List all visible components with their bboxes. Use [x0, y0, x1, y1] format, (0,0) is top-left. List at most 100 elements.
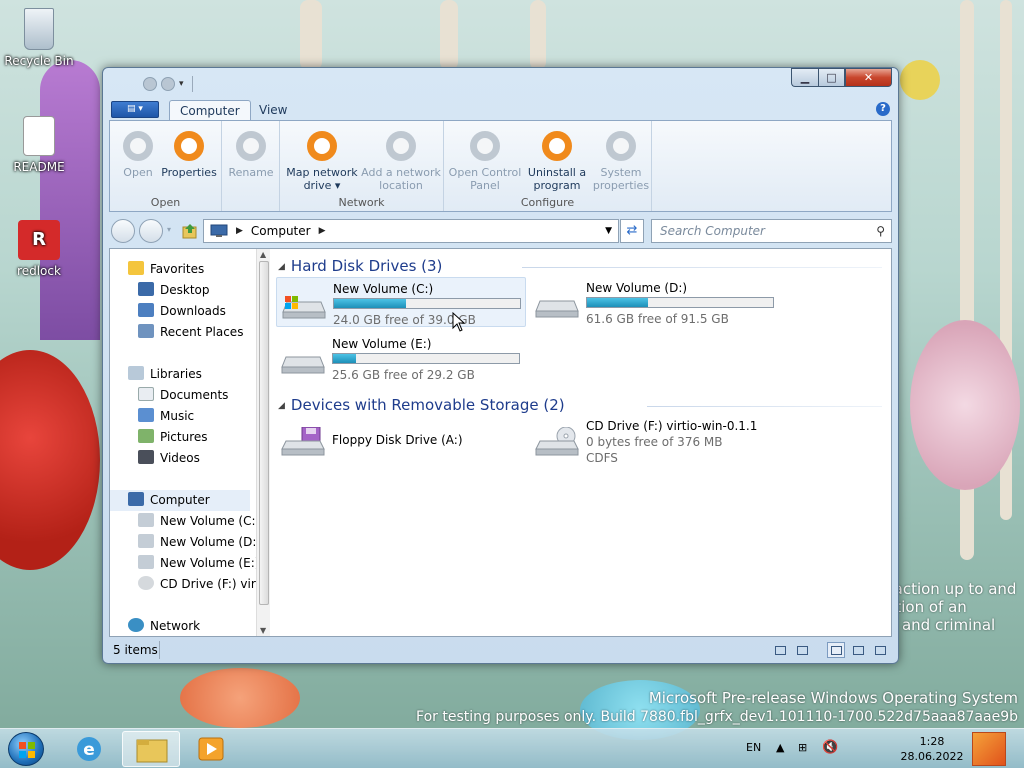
show-desktop-button[interactable]: [972, 732, 1006, 766]
refresh-button[interactable]: ⇄: [620, 219, 644, 243]
address-dropdown-icon[interactable]: ▼: [605, 226, 612, 236]
details-pane-button[interactable]: [871, 642, 889, 658]
address-bar[interactable]: ▶ Computer ▶ ▼: [203, 219, 619, 243]
nav-volume-d[interactable]: New Volume (D:): [138, 532, 256, 553]
clock[interactable]: 1:28 28.06.2022: [900, 734, 964, 768]
nav-libraries[interactable]: Libraries: [128, 364, 202, 385]
hard-drive-icon: [535, 300, 579, 318]
network-tray-icon[interactable]: ⊞: [798, 741, 807, 768]
qat-properties-icon[interactable]: [143, 77, 157, 91]
nav-videos[interactable]: Videos: [138, 448, 200, 469]
nav-documents[interactable]: Documents: [138, 385, 228, 406]
redlock-icon[interactable]: R redlock: [3, 220, 75, 278]
add-network-location-icon: [386, 131, 416, 161]
open-icon: [123, 131, 153, 161]
navigation-row: ▾ ▶ Computer ▶ ▼ ⇄ Search Computer ⚲: [109, 218, 892, 244]
recycle-bin-label: Recycle Bin: [4, 54, 74, 68]
ribbon-tabs: ▤ ▾ Computer View ?: [109, 98, 892, 121]
drive-free-space: 25.6 GB free of 29.2 GB: [332, 368, 475, 382]
system-properties-label: System properties: [592, 166, 650, 192]
scroll-up-icon[interactable]: ▲: [260, 250, 266, 259]
map-network-drive-button[interactable]: Map network drive ▾: [284, 127, 360, 192]
tab-view[interactable]: View: [249, 100, 297, 121]
cd-drive-icon: [138, 576, 154, 590]
collapse-triangle-icon[interactable]: ◢: [278, 262, 285, 272]
forward-button[interactable]: [139, 219, 163, 243]
collapse-triangle-icon[interactable]: ◢: [278, 401, 285, 411]
explorer-panes: Favorites Desktop Downloads Recent Place…: [109, 248, 892, 637]
nav-cd-drive[interactable]: CD Drive (F:) virti: [138, 574, 256, 595]
uninstall-program-button[interactable]: Uninstall a program: [522, 127, 592, 192]
taskbar-internet-explorer[interactable]: e: [60, 731, 118, 767]
search-icon[interactable]: ⚲: [876, 224, 885, 238]
nav-pane-scrollbar[interactable]: ▲ ▼: [256, 249, 270, 636]
language-indicator[interactable]: EN: [746, 741, 761, 768]
nav-favorites[interactable]: Favorites: [128, 259, 204, 280]
close-button[interactable]: ✕: [845, 68, 892, 87]
drive-item-a[interactable]: Floppy Disk Drive (A:): [276, 415, 526, 465]
window-controls: ▁ □ ✕: [791, 68, 892, 87]
clock-time: 1:28: [919, 735, 945, 748]
nav-volume-c[interactable]: New Volume (C:): [138, 511, 256, 532]
properties-button[interactable]: Properties: [160, 127, 218, 179]
details-view-small-button[interactable]: [771, 642, 789, 658]
maximize-button[interactable]: □: [818, 68, 845, 87]
rename-button[interactable]: Rename: [226, 127, 276, 179]
show-hidden-icons[interactable]: ▲: [776, 741, 784, 768]
ribbon-group-rename: Rename: [222, 121, 280, 211]
add-network-location-button[interactable]: Add a network location: [360, 127, 442, 192]
system-properties-button[interactable]: System properties: [592, 127, 650, 192]
taskbar-windows-explorer[interactable]: [122, 731, 180, 767]
search-input[interactable]: Search Computer ⚲: [651, 219, 892, 243]
minimize-button[interactable]: ▁: [791, 68, 818, 87]
nav-music[interactable]: Music: [138, 406, 194, 427]
content-view-button[interactable]: [827, 642, 845, 658]
nav-downloads[interactable]: Downloads: [138, 301, 226, 322]
tiles-view-small-button[interactable]: [793, 642, 811, 658]
breadcrumb-computer[interactable]: Computer: [251, 224, 311, 238]
drive-free-space: 0 bytes free of 376 MB: [586, 435, 723, 449]
start-button[interactable]: [8, 732, 44, 766]
group-header-removable-storage[interactable]: ◢ Devices with Removable Storage (2): [278, 396, 565, 414]
qat-new-folder-icon[interactable]: [161, 77, 175, 91]
tab-computer[interactable]: Computer: [169, 100, 251, 121]
breadcrumb-chevron-icon[interactable]: ▶: [319, 226, 326, 236]
open-button[interactable]: Open: [116, 127, 160, 179]
drive-name: New Volume (E:): [332, 337, 432, 351]
qat-dropdown-icon[interactable]: ▾: [179, 79, 184, 89]
scroll-thumb[interactable]: [259, 261, 269, 605]
uninstall-program-icon: [542, 131, 572, 161]
add-network-location-label: Add a network location: [361, 166, 441, 192]
nav-computer[interactable]: Computer: [110, 490, 250, 511]
application-menu-button[interactable]: ▤ ▾: [111, 101, 159, 118]
open-control-panel-button[interactable]: Open Control Panel: [448, 127, 522, 192]
group-header-hard-disk-drives[interactable]: ◢ Hard Disk Drives (3): [278, 257, 442, 275]
explorer-window: ▾ ▁ □ ✕ ▤ ▾ Computer View ? Open Propert…: [102, 67, 899, 664]
drive-item-f[interactable]: CD Drive (F:) virtio-win-0.1.1 0 bytes f…: [530, 415, 780, 465]
recent-locations-dropdown-icon[interactable]: ▾: [167, 225, 171, 234]
scroll-down-icon[interactable]: ▼: [260, 626, 266, 635]
title-bar[interactable]: ▾ ▁ □ ✕: [103, 68, 898, 98]
help-icon[interactable]: ?: [876, 102, 890, 116]
preview-pane-button[interactable]: [849, 642, 867, 658]
nav-volume-e[interactable]: New Volume (E:): [138, 553, 256, 574]
usage-bar-fill: [334, 299, 406, 308]
recycle-bin-icon[interactable]: Recycle Bin: [3, 8, 75, 68]
nav-recent-places[interactable]: Recent Places: [138, 322, 243, 343]
up-folder-icon[interactable]: [181, 222, 199, 240]
nav-pictures[interactable]: Pictures: [138, 427, 208, 448]
volume-muted-icon[interactable]: 🔇: [822, 740, 838, 768]
group-label-network: Network: [338, 196, 385, 209]
nav-network[interactable]: Network: [128, 616, 200, 636]
open-label: Open: [123, 166, 153, 179]
group-divider: [647, 406, 882, 407]
drive-free-space: 61.6 GB free of 91.5 GB: [586, 312, 729, 326]
drive-item-e[interactable]: New Volume (E:) 25.6 GB free of 29.2 GB: [276, 333, 526, 383]
readme-icon[interactable]: README: [3, 116, 75, 174]
back-button[interactable]: [111, 219, 135, 243]
taskbar-media-player[interactable]: [182, 731, 240, 767]
drive-item-c[interactable]: New Volume (C:) 24.0 GB free of 39.0 GB: [276, 277, 526, 327]
nav-desktop[interactable]: Desktop: [138, 280, 210, 301]
drive-item-d[interactable]: New Volume (D:) 61.6 GB free of 91.5 GB: [530, 277, 780, 327]
breadcrumb-chevron-icon[interactable]: ▶: [236, 226, 243, 236]
